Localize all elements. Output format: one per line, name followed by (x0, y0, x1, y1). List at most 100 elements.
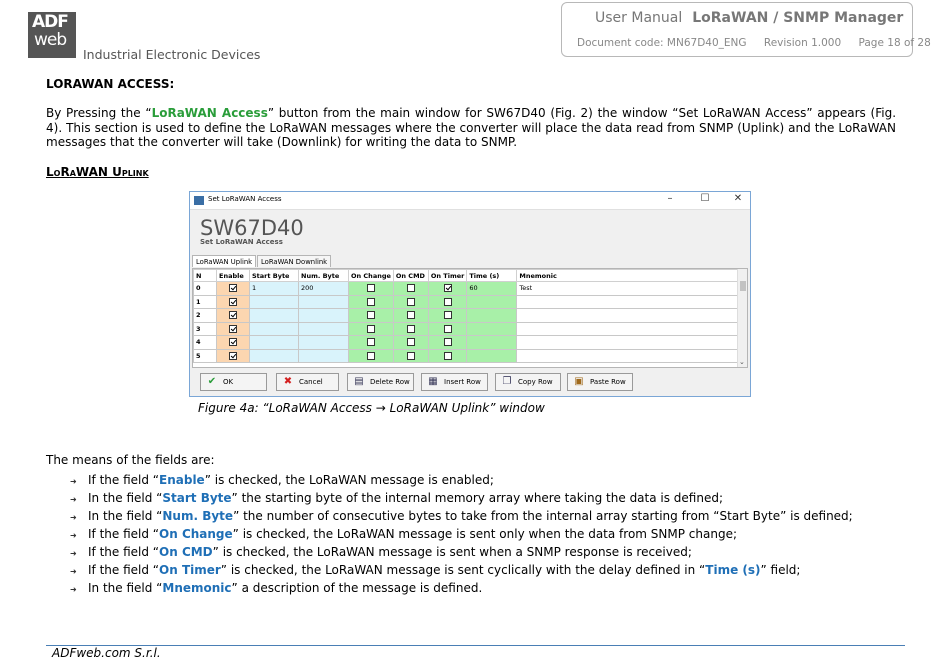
checkbox[interactable] (443, 338, 452, 347)
list-item: ➜ If the field “Enable” is checked, the L… (70, 472, 853, 490)
col-on-timer: On Timer (427, 269, 468, 282)
checkbox[interactable] (406, 351, 415, 360)
cell-on-timer[interactable] (427, 321, 468, 336)
cell-time[interactable] (466, 335, 518, 350)
checkbox[interactable] (406, 338, 415, 347)
cancel-button[interactable]: ✖ Cancel (276, 373, 339, 391)
col-on-change: On Change (348, 269, 394, 282)
cell-time[interactable] (466, 321, 518, 336)
cell-enable[interactable] (216, 308, 250, 323)
checkbox[interactable] (229, 311, 237, 320)
checkbox[interactable] (443, 284, 452, 293)
cell-num-byte[interactable]: 200 (298, 281, 349, 296)
table-row[interactable]: 1 (193, 294, 740, 309)
cell-start-byte[interactable] (249, 335, 299, 350)
checkbox[interactable] (443, 297, 452, 306)
checkbox[interactable] (229, 284, 237, 293)
field-term: Enable (159, 473, 205, 487)
copy-row-button[interactable]: ❐ Copy Row (495, 373, 561, 391)
checkbox[interactable] (406, 297, 415, 306)
cell-num-byte[interactable] (298, 335, 349, 350)
cell-start-byte[interactable] (249, 321, 299, 336)
checkbox[interactable] (443, 351, 452, 360)
close-icon[interactable]: ✕ (728, 193, 748, 204)
checkbox[interactable] (443, 311, 452, 320)
cell-on-change[interactable] (348, 321, 394, 336)
table-row[interactable]: 3 (193, 321, 740, 336)
cell-num-byte[interactable] (298, 348, 349, 363)
cell-mnemonic[interactable] (516, 294, 740, 309)
cell-enable[interactable] (216, 335, 250, 350)
cell-enable[interactable] (216, 281, 250, 296)
table-row[interactable]: 5 (193, 348, 740, 363)
cell-num-byte[interactable] (298, 321, 349, 336)
checkbox[interactable] (229, 338, 237, 347)
cell-on-change[interactable] (348, 348, 394, 363)
cell-mnemonic[interactable] (516, 348, 740, 363)
table-row[interactable]: 4 (193, 335, 740, 350)
cell-on-cmd[interactable] (392, 348, 429, 363)
table-row[interactable]: 0 1 200 60 Test (193, 281, 740, 296)
delete-row-button[interactable]: ▤ Delete Row (347, 373, 414, 391)
cell-start-byte[interactable] (249, 308, 299, 323)
checkbox[interactable] (229, 351, 237, 360)
cell-num-byte[interactable] (298, 294, 349, 309)
bullet-icon: ➜ (70, 567, 77, 576)
checkbox[interactable] (406, 324, 415, 333)
cell-time[interactable] (466, 308, 518, 323)
uplink-grid[interactable]: N Enable Start Byte Num. Byte On Change … (192, 268, 748, 368)
checkbox[interactable] (366, 351, 375, 360)
cell-on-cmd[interactable] (392, 294, 429, 309)
cell-start-byte[interactable]: 1 (249, 281, 299, 296)
cell-on-timer[interactable] (427, 348, 468, 363)
cell-mnemonic[interactable] (516, 308, 740, 323)
cell-enable[interactable] (216, 348, 250, 363)
checkbox[interactable] (366, 284, 375, 293)
cell-on-timer[interactable] (427, 308, 468, 323)
cell-time[interactable] (466, 348, 518, 363)
cell-mnemonic[interactable] (516, 321, 740, 336)
checkbox[interactable] (229, 324, 237, 333)
grid-scrollbar[interactable]: ⌄ (737, 269, 747, 367)
cell-on-change[interactable] (348, 281, 394, 296)
cell-on-timer[interactable] (427, 281, 468, 296)
cell-time[interactable] (466, 294, 518, 309)
tab-lorawan-uplink[interactable]: LoRaWAN Uplink (192, 255, 257, 267)
checkbox[interactable] (366, 338, 375, 347)
checkbox[interactable] (366, 324, 375, 333)
cell-start-byte[interactable] (249, 348, 299, 363)
ok-button[interactable]: ✔ OK (200, 373, 267, 391)
cell-on-change[interactable] (348, 335, 394, 350)
maximize-icon[interactable]: ☐ (695, 193, 715, 204)
checkbox[interactable] (229, 297, 237, 306)
cell-on-change[interactable] (348, 294, 394, 309)
checkbox[interactable] (443, 324, 452, 333)
cell-num-byte[interactable] (298, 308, 349, 323)
cell-on-cmd[interactable] (392, 335, 429, 350)
cell-on-cmd[interactable] (392, 308, 429, 323)
tab-lorawan-downlink[interactable]: LoRaWAN Downlink (257, 255, 332, 267)
checkbox[interactable] (406, 284, 415, 293)
paste-row-button[interactable]: ▣ Paste Row (567, 373, 633, 391)
scroll-down-icon[interactable]: ⌄ (739, 358, 745, 366)
checkbox[interactable] (406, 311, 415, 320)
table-row[interactable]: 2 (193, 308, 740, 323)
cell-on-change[interactable] (348, 308, 394, 323)
cell-on-timer[interactable] (427, 294, 468, 309)
cell-time[interactable]: 60 (466, 281, 518, 296)
checkbox[interactable] (366, 311, 375, 320)
cell-on-cmd[interactable] (392, 321, 429, 336)
minimize-icon[interactable]: – (660, 193, 680, 204)
cell-on-timer[interactable] (427, 335, 468, 350)
field-term: On CMD (159, 545, 213, 559)
cell-n: 3 (193, 321, 217, 336)
cell-enable[interactable] (216, 294, 250, 309)
scrollbar-thumb[interactable] (740, 281, 746, 291)
checkbox[interactable] (366, 297, 375, 306)
cell-mnemonic[interactable] (516, 335, 740, 350)
insert-row-button[interactable]: ▦ Insert Row (421, 373, 488, 391)
cell-start-byte[interactable] (249, 294, 299, 309)
cell-enable[interactable] (216, 321, 250, 336)
cell-mnemonic[interactable]: Test (516, 281, 740, 296)
cell-on-cmd[interactable] (392, 281, 429, 296)
